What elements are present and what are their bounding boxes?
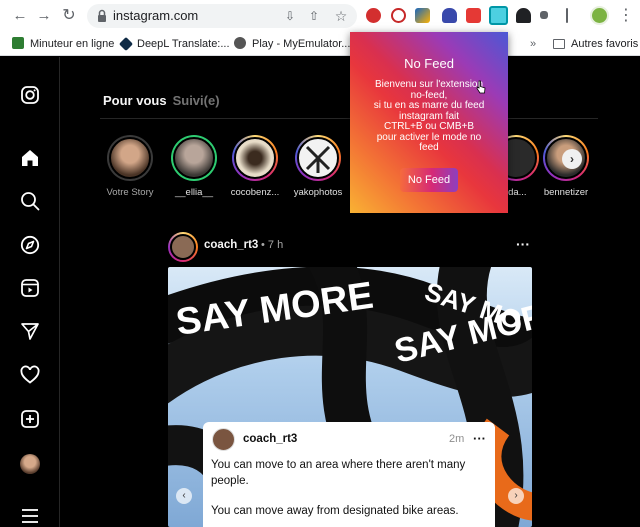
extension-youtube-icon[interactable] xyxy=(466,8,481,23)
story-item[interactable]: Votre Story xyxy=(98,135,162,198)
tab-for-you[interactable]: Pour vous xyxy=(103,93,167,108)
story-ring xyxy=(232,135,278,181)
search-icon[interactable] xyxy=(20,191,40,211)
story-item[interactable]: __ellia__ xyxy=(162,135,226,198)
lock-icon xyxy=(98,9,106,22)
create-icon[interactable] xyxy=(20,409,40,429)
messages-icon[interactable] xyxy=(20,321,40,341)
bookmark-item[interactable]: Minuteur en ligne xyxy=(12,36,114,52)
yako-logo-icon xyxy=(305,145,331,173)
back-icon[interactable]: ← xyxy=(10,6,30,26)
bookmark-star-icon[interactable]: ☆ xyxy=(333,8,349,24)
extension-small-icon[interactable] xyxy=(540,11,548,19)
threads-post-card: coach_rt3 2m ··· You can move to an area… xyxy=(203,422,495,527)
nofeed-toggle-button[interactable]: No Feed xyxy=(400,168,458,192)
reload-icon[interactable]: ↻ xyxy=(59,6,79,26)
story-name: Votre Story xyxy=(106,187,154,198)
card-more-icon: ··· xyxy=(473,431,486,446)
card-username: coach_rt3 xyxy=(243,433,298,445)
extension-tile-icon[interactable] xyxy=(415,8,430,23)
feed-tabs: Pour vous Suivi(e) xyxy=(103,93,220,108)
story-name: cocobenz... xyxy=(230,187,280,198)
post-username[interactable]: coach_rt3 xyxy=(204,239,258,251)
story-avatar xyxy=(173,137,215,179)
explore-icon[interactable] xyxy=(20,235,40,255)
instagram-sidebar xyxy=(0,57,60,527)
post-avatar[interactable] xyxy=(168,232,198,262)
story-name: bennetizer xyxy=(543,187,589,198)
url-text: instagram.com xyxy=(113,8,199,23)
sidepanel-icon[interactable] xyxy=(566,8,568,23)
post-time: • 7 h xyxy=(261,239,284,251)
story-name: __ellia__ xyxy=(174,187,214,198)
bookmark-item[interactable]: Play - MyEmulator... xyxy=(234,36,350,52)
extension-nofeed-icon[interactable] xyxy=(489,6,508,25)
card-time: 2m xyxy=(449,433,465,445)
profile-avatar[interactable] xyxy=(20,454,40,474)
hand-cursor-icon xyxy=(476,80,486,94)
divider xyxy=(100,118,598,119)
nofeed-extension-popup: No Feed Bienvenu sur l'extension no-feed… xyxy=(350,32,508,213)
card-avatar xyxy=(212,428,235,451)
tab-following[interactable]: Suivi(e) xyxy=(173,93,220,108)
browser-menu-icon[interactable]: ⋮ xyxy=(618,6,634,26)
more-menu-icon[interactable] xyxy=(20,506,40,526)
story-avatar xyxy=(109,137,151,179)
story-ring xyxy=(107,135,153,181)
install-app-icon[interactable]: ⇩ xyxy=(282,8,298,24)
stories-next-button[interactable]: › xyxy=(562,149,582,169)
extension-hand-icon[interactable] xyxy=(442,8,457,23)
play-emulator-icon xyxy=(234,37,246,49)
card-text: You can move to an area where there aren… xyxy=(211,459,466,517)
browser-toolbar: ← → ↻ instagram.com ⇩ ⇧ ☆ ⋮ xyxy=(0,0,640,32)
story-item[interactable]: yakophotos xyxy=(286,135,350,198)
address-bar[interactable]: instagram.com ⇩ ⇧ ☆ xyxy=(87,4,357,28)
instagram-logo-icon[interactable] xyxy=(20,85,40,105)
extensions-puzzle-icon[interactable] xyxy=(516,8,531,23)
share-icon[interactable]: ⇧ xyxy=(306,8,322,24)
story-avatar xyxy=(297,137,339,179)
screen: ← → ↻ instagram.com ⇩ ⇧ ☆ ⋮ Minuteur en … xyxy=(0,0,640,527)
folder-icon xyxy=(553,39,565,49)
extension-play-icon[interactable] xyxy=(391,8,406,23)
bookmark-timer-icon xyxy=(12,37,24,49)
profile-avatar[interactable] xyxy=(590,6,609,25)
deepl-icon xyxy=(118,36,134,52)
story-name: yakophotos xyxy=(293,187,343,198)
popup-title: No Feed xyxy=(404,56,454,71)
bookmarks-bar: Minuteur en ligne DeepL Translate:... Pl… xyxy=(0,32,640,56)
media-next-button[interactable]: › xyxy=(508,488,524,504)
other-bookmarks-folder[interactable]: Autres favoris xyxy=(553,36,638,52)
story-ring xyxy=(295,135,341,181)
reels-icon[interactable] xyxy=(20,278,40,298)
home-icon[interactable] xyxy=(20,148,40,168)
bookmark-item[interactable]: DeepL Translate:... xyxy=(118,36,230,52)
story-item[interactable]: cocobenz... xyxy=(223,135,287,198)
story-ring xyxy=(171,135,217,181)
media-prev-button[interactable]: ‹ xyxy=(176,488,192,504)
post-more-icon[interactable]: ··· xyxy=(516,237,532,251)
forward-icon[interactable]: → xyxy=(34,6,54,26)
extension-red-icon[interactable] xyxy=(366,8,381,23)
notifications-heart-icon[interactable] xyxy=(20,365,40,385)
story-avatar xyxy=(234,137,276,179)
bookmarks-overflow-icon[interactable]: » xyxy=(530,36,536,52)
